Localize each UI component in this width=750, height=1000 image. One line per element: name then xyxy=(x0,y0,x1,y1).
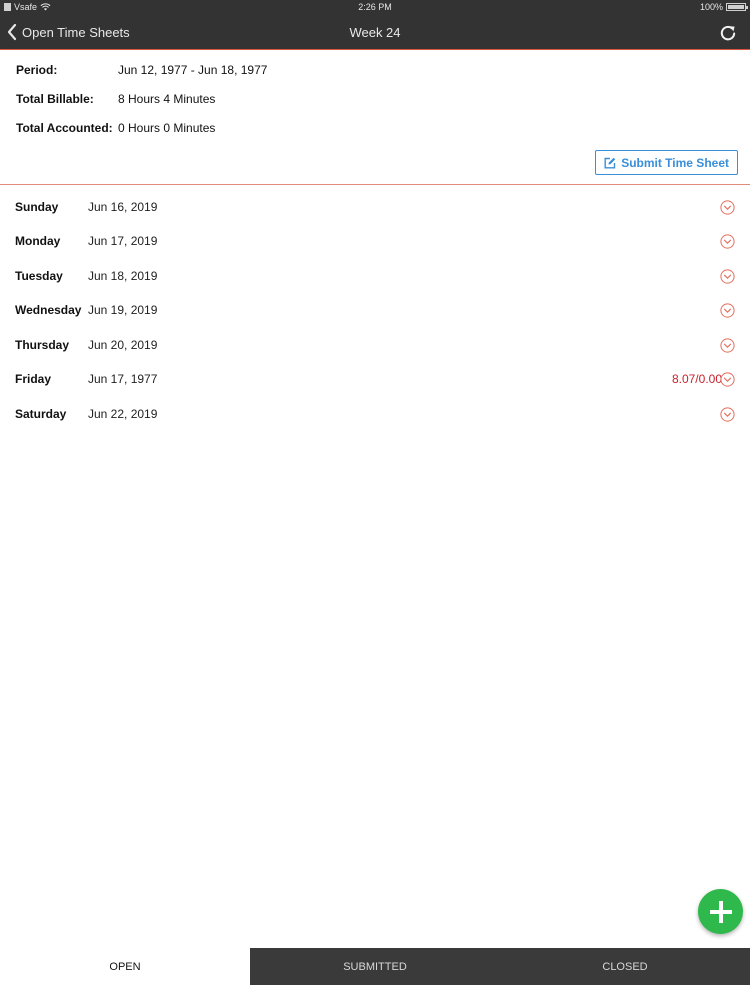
timesheet-summary: Period: Jun 12, 1977 - Jun 18, 1977 Tota… xyxy=(0,51,750,185)
tab-closed[interactable]: CLOSED xyxy=(500,948,750,985)
day-name: Monday xyxy=(15,234,61,248)
day-date: Jun 22, 2019 xyxy=(88,407,158,421)
period-row: Period: Jun 12, 1977 - Jun 18, 1977 xyxy=(16,63,267,77)
chevron-down-circle-icon[interactable] xyxy=(720,233,735,249)
day-hours: 8.07/0.00 xyxy=(671,372,722,386)
chevron-down-circle-icon[interactable] xyxy=(720,268,735,284)
edit-icon xyxy=(604,157,616,168)
submit-time-sheet-button[interactable]: Submit Time Sheet xyxy=(595,150,738,175)
billable-value: 8 Hours 4 Minutes xyxy=(118,92,216,106)
add-entry-button[interactable] xyxy=(698,889,743,934)
accounted-row: Total Accounted: 0 Hours 0 Minutes xyxy=(16,121,215,135)
day-date: Jun 19, 2019 xyxy=(88,303,158,317)
submit-button-label: Submit Time Sheet xyxy=(621,155,729,170)
day-date: Jun 17, 2019 xyxy=(88,234,158,248)
day-row-friday[interactable]: Friday Jun 17, 1977 8.07/0.00 xyxy=(0,362,750,396)
billable-row: Total Billable: 8 Hours 4 Minutes xyxy=(16,92,215,106)
battery-status: 100% xyxy=(699,2,748,12)
day-date: Jun 18, 2019 xyxy=(88,269,158,283)
chevron-down-circle-icon[interactable] xyxy=(720,406,735,422)
tab-bar: OPEN SUBMITTED CLOSED xyxy=(0,948,750,985)
day-date: Jun 17, 1977 xyxy=(88,372,158,386)
day-row-tuesday[interactable]: Tuesday Jun 18, 2019 xyxy=(0,259,750,293)
day-name: Sunday xyxy=(15,200,59,214)
chevron-down-circle-icon[interactable] xyxy=(720,302,735,318)
day-row-thursday[interactable]: Thursday Jun 20, 2019 xyxy=(0,328,750,362)
day-name: Thursday xyxy=(15,338,70,352)
battery-icon xyxy=(726,3,748,11)
plus-icon xyxy=(709,900,732,923)
chevron-left-icon xyxy=(7,23,17,41)
period-value: Jun 12, 1977 - Jun 18, 1977 xyxy=(118,63,268,77)
period-label: Period: xyxy=(16,63,58,77)
day-row-saturday[interactable]: Saturday Jun 22, 2019 xyxy=(0,397,750,431)
accounted-label: Total Accounted: xyxy=(16,121,113,135)
day-name: Saturday xyxy=(15,407,67,421)
day-date: Jun 16, 2019 xyxy=(88,200,158,214)
day-row-monday[interactable]: Monday Jun 17, 2019 xyxy=(0,224,750,258)
day-row-wednesday[interactable]: Wednesday Jun 19, 2019 xyxy=(0,293,750,327)
back-button[interactable]: Open Time Sheets xyxy=(6,14,130,50)
accounted-value: 0 Hours 0 Minutes xyxy=(118,121,216,135)
chevron-down-circle-icon[interactable] xyxy=(720,371,735,387)
chevron-down-circle-icon[interactable] xyxy=(720,337,735,353)
tab-open[interactable]: OPEN xyxy=(0,948,250,985)
back-button-label: Open Time Sheets xyxy=(22,24,130,40)
status-time: 2:26 PM xyxy=(358,2,392,12)
day-name: Tuesday xyxy=(15,269,63,283)
billable-label: Total Billable: xyxy=(16,92,94,106)
chevron-down-circle-icon[interactable] xyxy=(720,199,735,215)
status-bar: Vsafe 2:26 PM 100% xyxy=(0,0,750,14)
navigation-bar: Open Time Sheets Week 24 xyxy=(0,14,750,50)
day-row-sunday[interactable]: Sunday Jun 16, 2019 xyxy=(0,190,750,224)
day-name: Wednesday xyxy=(15,303,82,317)
battery-percent: 100% xyxy=(699,2,723,12)
day-name: Friday xyxy=(15,372,52,386)
refresh-icon[interactable] xyxy=(718,23,738,43)
tab-submitted[interactable]: SUBMITTED xyxy=(250,948,500,985)
day-date: Jun 20, 2019 xyxy=(88,338,158,352)
